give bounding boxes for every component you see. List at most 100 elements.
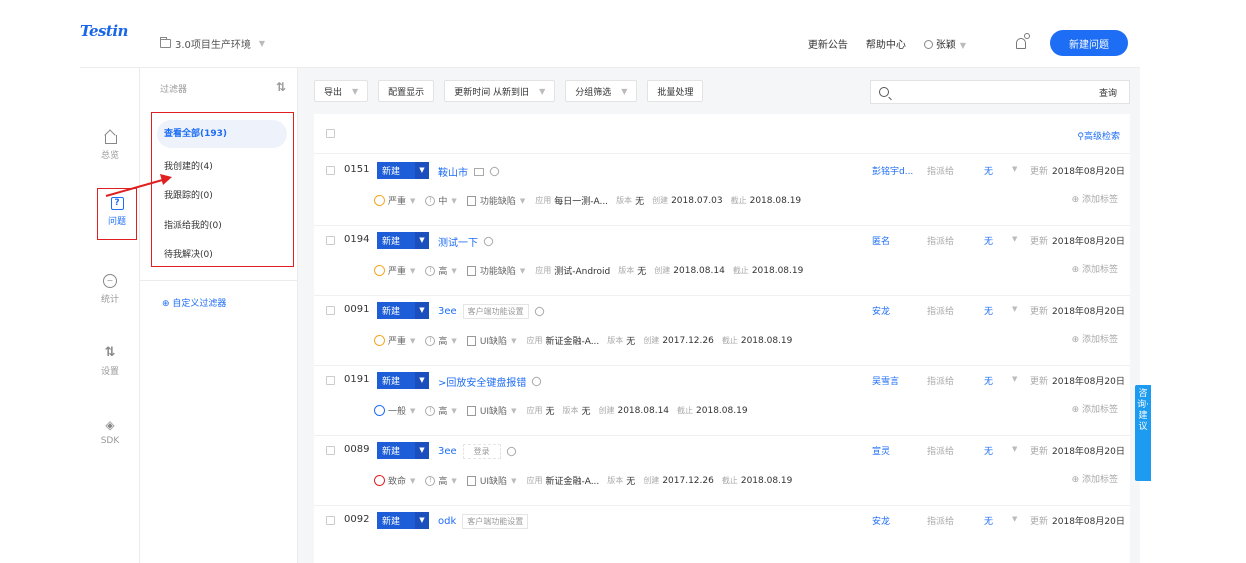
table-row[interactable]: 0091 新建 ▼ 3ee 客户端功能设置 安龙 指派给无 ▼ 更新 2018年08月20日 严重 ▼… <box>314 294 1130 366</box>
sort-dropdown[interactable]: 更新时间 从新到旧 ▼ <box>444 80 556 102</box>
filter-item-all[interactable]: 查看全部(193) <box>157 120 287 148</box>
nav-settings[interactable]: ⇅ 设置 <box>80 346 140 378</box>
priority-value[interactable]: 高 <box>438 474 447 487</box>
link-icon[interactable] <box>532 305 546 318</box>
custom-filter-link[interactable]: ⊕ 自定义过滤器 <box>162 296 226 309</box>
sort-icon[interactable]: ⇅ <box>276 80 286 94</box>
issue-owner[interactable]: 彭铭宇d... <box>872 164 913 177</box>
issue-title[interactable]: 3ee 客户端功能设置 <box>438 304 546 319</box>
priority-value[interactable]: 高 <box>438 404 447 417</box>
assignee-value[interactable]: 无 <box>984 304 993 317</box>
table-row[interactable]: 0191 新建 ▼ >回放安全键盘报错 吴雪言 指派给无 ▼ 更新 2018年08月20日 一般 ▼… <box>314 364 1130 436</box>
issue-title[interactable]: >回放安全键盘报错 <box>438 374 544 389</box>
issue-owner[interactable]: 宣灵 <box>872 444 890 457</box>
select-all-checkbox[interactable] <box>326 129 335 138</box>
priority-value[interactable]: 高 <box>438 334 447 347</box>
announcement-link[interactable]: 更新公告 <box>808 36 848 51</box>
chevron-down-icon: ▼ <box>415 302 429 319</box>
row-checkbox[interactable] <box>326 166 335 175</box>
add-tag-button[interactable]: ⊕ 添加标签 <box>1072 192 1118 205</box>
issue-owner[interactable]: 匿名 <box>872 234 890 247</box>
bell-icon[interactable] <box>1014 33 1030 50</box>
link-icon[interactable] <box>504 445 518 458</box>
new-issue-button[interactable]: 新建问题 <box>1050 30 1128 56</box>
plus-circle-icon: ⊕ <box>1071 475 1082 485</box>
type-value[interactable]: UI缺陷 <box>480 334 507 347</box>
chevron-down-icon[interactable]: ▼ <box>1012 165 1017 173</box>
search-input[interactable] <box>895 87 1099 97</box>
feedback-tab[interactable]: 咨询·建议 <box>1135 385 1151 481</box>
chevron-down-icon[interactable]: ▼ <box>1012 235 1017 243</box>
issue-title[interactable]: odk 客户端功能设置 <box>438 514 529 529</box>
assignee-value[interactable]: 无 <box>984 374 993 387</box>
version-value: 无 <box>637 267 647 277</box>
assignee-value[interactable]: 无 <box>984 514 993 527</box>
export-button[interactable]: 导出 ▼ <box>314 80 369 102</box>
add-tag-button[interactable]: ⊕ 添加标签 <box>1072 472 1118 485</box>
severity-value[interactable]: 一般 <box>388 404 406 417</box>
type-value[interactable]: 功能缺陷 <box>480 194 516 207</box>
status-dropdown[interactable]: 新建 ▼ <box>377 302 429 319</box>
add-tag-button[interactable]: ⊕ 添加标签 <box>1072 332 1118 345</box>
table-row[interactable]: 0151 新建 ▼ 鞍山市 彭铭宇d... 指派给无 ▼ 更新 2018年08月20日 严重 ▼! 中… <box>314 154 1130 226</box>
priority-value[interactable]: 高 <box>438 264 447 277</box>
row-checkbox[interactable] <box>326 516 335 525</box>
row-checkbox[interactable] <box>326 236 335 245</box>
chevron-down-icon[interactable]: ▼ <box>1012 515 1017 523</box>
nav-sdk[interactable]: ◈ SDK <box>80 418 140 446</box>
filter-item-to-resolve[interactable]: 待我解决(0) <box>164 247 213 260</box>
link-icon[interactable] <box>488 165 501 178</box>
assignee-value[interactable]: 无 <box>984 164 993 177</box>
issue-title[interactable]: 3ee 登录 <box>438 444 518 459</box>
issue-title[interactable]: 测试一下 <box>438 234 495 249</box>
severity-value[interactable]: 严重 <box>388 264 406 277</box>
issue-title[interactable]: 鞍山市 <box>438 164 501 179</box>
issue-title-text: >回放安全键盘报错 <box>438 378 527 389</box>
add-tag-button[interactable]: ⊕ 添加标签 <box>1072 402 1118 415</box>
status-dropdown[interactable]: 新建 ▼ <box>377 442 429 459</box>
row-checkbox[interactable] <box>326 446 335 455</box>
filter-item-assigned[interactable]: 指派给我的(0) <box>164 218 222 231</box>
chevron-down-icon[interactable]: ▼ <box>1012 445 1017 453</box>
status-dropdown[interactable]: 新建 ▼ <box>377 162 429 179</box>
issue-owner[interactable]: 安龙 <box>872 304 890 317</box>
issue-owner[interactable]: 安龙 <box>872 514 890 527</box>
config-display-button[interactable]: 配置显示 <box>378 80 435 102</box>
header-actions: 更新公告 帮助中心 张颖 ▼ 新建问题 <box>808 30 1140 56</box>
chevron-down-icon[interactable]: ▼ <box>1012 305 1017 313</box>
nav-stats[interactable]: ~ 统计 <box>80 274 140 305</box>
severity-value[interactable]: 致命 <box>388 474 406 487</box>
assignee-value[interactable]: 无 <box>984 444 993 457</box>
assignee-value[interactable]: 无 <box>984 234 993 247</box>
type-value[interactable]: 功能缺陷 <box>480 264 516 277</box>
search-button[interactable]: 查询 <box>1099 86 1129 99</box>
table-row[interactable]: 0194 新建 ▼ 测试一下 匿名 指派给无 ▼ 更新 2018年08月20日 严重 ▼! 高 ▼ 功能缺… <box>314 224 1130 296</box>
issue-owner[interactable]: 吴雪言 <box>872 374 899 387</box>
type-value[interactable]: UI缺陷 <box>480 474 507 487</box>
advanced-search-link[interactable]: ⚲高级检索 <box>1077 129 1120 142</box>
severity-value[interactable]: 严重 <box>388 334 406 347</box>
app-logo[interactable]: Testin <box>80 22 128 40</box>
priority-value[interactable]: 中 <box>438 194 447 207</box>
project-selector[interactable]: 3.0项目生产环境 ▼ <box>160 36 265 51</box>
batch-process-button[interactable]: 批量处理 <box>647 80 704 102</box>
add-tag-button[interactable]: ⊕ 添加标签 <box>1072 262 1118 275</box>
version-label: 版本 <box>616 196 633 205</box>
severity-value[interactable]: 严重 <box>388 194 406 207</box>
severity-icon <box>374 405 385 416</box>
status-dropdown[interactable]: 新建 ▼ <box>377 512 429 529</box>
user-menu[interactable]: 张颖 ▼ <box>923 36 966 51</box>
status-dropdown[interactable]: 新建 ▼ <box>377 232 429 249</box>
chevron-down-icon[interactable]: ▼ <box>1012 375 1017 383</box>
row-checkbox[interactable] <box>326 376 335 385</box>
status-dropdown[interactable]: 新建 ▼ <box>377 372 429 389</box>
help-center-link[interactable]: 帮助中心 <box>866 36 906 51</box>
group-filter-dropdown[interactable]: 分组筛选 ▼ <box>565 80 638 102</box>
link-icon[interactable] <box>530 375 544 388</box>
table-row[interactable]: 0092 新建 ▼ odk 客户端功能设置 安龙 指派给 无 ▼ 更新 2018年08月20日 <box>314 504 1130 563</box>
row-checkbox[interactable] <box>326 306 335 315</box>
link-icon[interactable] <box>482 235 495 248</box>
nav-home[interactable]: 总览 <box>80 130 140 161</box>
table-row[interactable]: 0089 新建 ▼ 3ee 登录 宣灵 指派给无 ▼ 更新 2018年08月20日 致命 ▼! 高 ▼ UI… <box>314 434 1130 506</box>
type-value[interactable]: UI缺陷 <box>480 404 507 417</box>
